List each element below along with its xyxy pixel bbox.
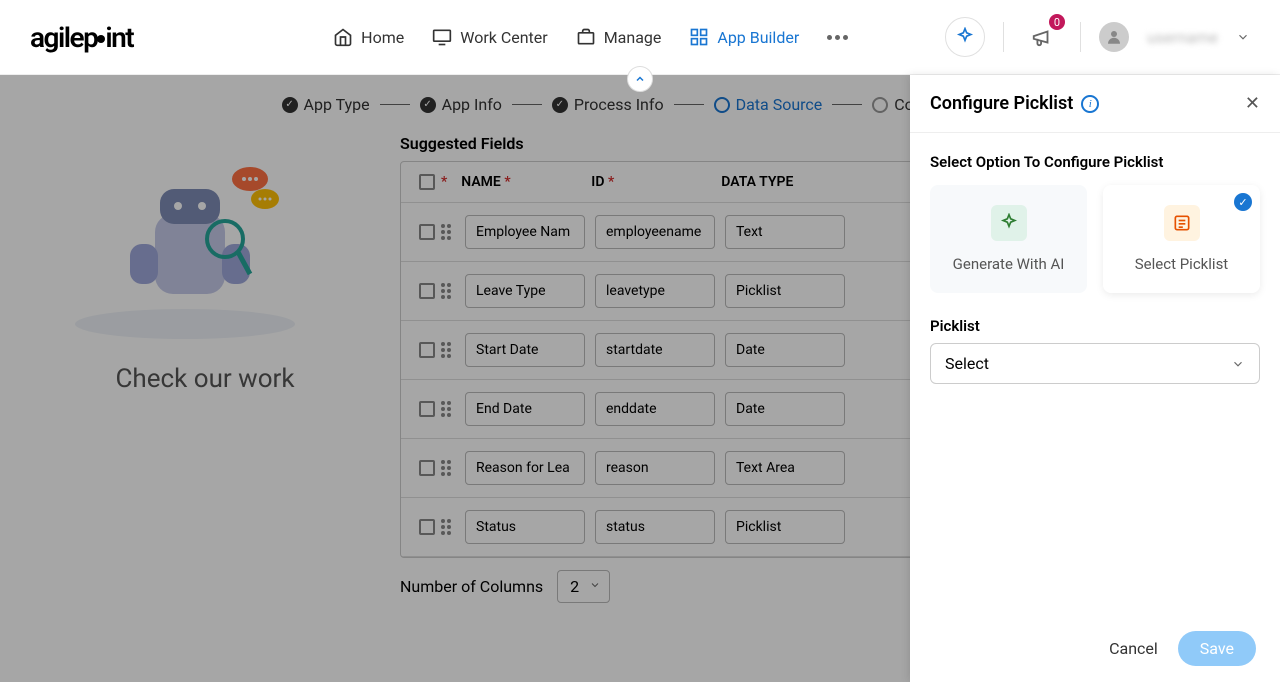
home-icon [333,27,353,47]
nav-manage-label: Manage [604,28,662,47]
top-nav: Home Work Center Manage App Builder [333,27,848,47]
option-pick-label: Select Picklist [1113,255,1250,273]
picklist-label: Picklist [930,317,1260,335]
info-icon[interactable]: i [1081,95,1099,113]
nav-app-builder[interactable]: App Builder [689,27,799,47]
nav-work-center[interactable]: Work Center [432,27,547,47]
panel-body: Select Option To Configure Picklist Gene… [910,133,1280,615]
divider [1080,22,1081,52]
megaphone-icon [1031,26,1053,48]
check-icon: ✓ [1234,193,1252,211]
logo: agilepint [30,21,133,54]
chevron-down-icon [1231,357,1245,371]
panel-footer: Cancel Save [910,615,1280,682]
main-area: ✓App Type ✓App Info ✓Process Info Data S… [0,75,1280,682]
person-icon [1105,28,1123,46]
nav-work-center-label: Work Center [460,28,547,47]
header-right: 0 username [945,17,1250,57]
divider [1003,22,1004,52]
picklist-placeholder: Select [945,354,989,373]
notification-badge: 0 [1049,14,1065,30]
configure-picklist-panel: Configure Picklist i ✕ Select Option To … [910,75,1280,682]
nav-app-builder-label: App Builder [717,28,799,47]
chevron-down-icon[interactable] [1236,30,1250,44]
chevron-up-icon [634,73,646,85]
app-header: agilepint Home Work Center Manage App Bu… [0,0,1280,75]
sparkle-icon [991,205,1027,241]
nav-manage[interactable]: Manage [576,27,662,47]
user-avatar[interactable] [1099,22,1129,52]
briefcase-icon [576,27,596,47]
option-generate-ai[interactable]: Generate With AI [930,185,1087,293]
nav-home[interactable]: Home [333,27,404,47]
user-name: username [1147,28,1218,47]
section-label: Select Option To Configure Picklist [930,153,1260,171]
notifications-button[interactable]: 0 [1022,17,1062,57]
option-row: Generate With AI ✓ Select Picklist [930,185,1260,293]
monitor-icon [432,27,452,47]
ai-button[interactable] [945,17,985,57]
option-ai-label: Generate With AI [940,255,1077,273]
picklist-select[interactable]: Select [930,343,1260,384]
sparkle-icon [955,27,975,47]
list-icon [1164,205,1200,241]
expand-toggle[interactable] [627,66,653,92]
close-icon[interactable]: ✕ [1245,93,1260,114]
cancel-button[interactable]: Cancel [1109,639,1158,658]
option-select-picklist[interactable]: ✓ Select Picklist [1103,185,1260,293]
more-menu-icon[interactable] [827,35,848,40]
nav-home-label: Home [361,28,404,47]
panel-title: Configure Picklist [930,93,1073,114]
grid-icon [689,27,709,47]
save-button[interactable]: Save [1178,631,1256,666]
panel-header: Configure Picklist i ✕ [910,75,1280,133]
